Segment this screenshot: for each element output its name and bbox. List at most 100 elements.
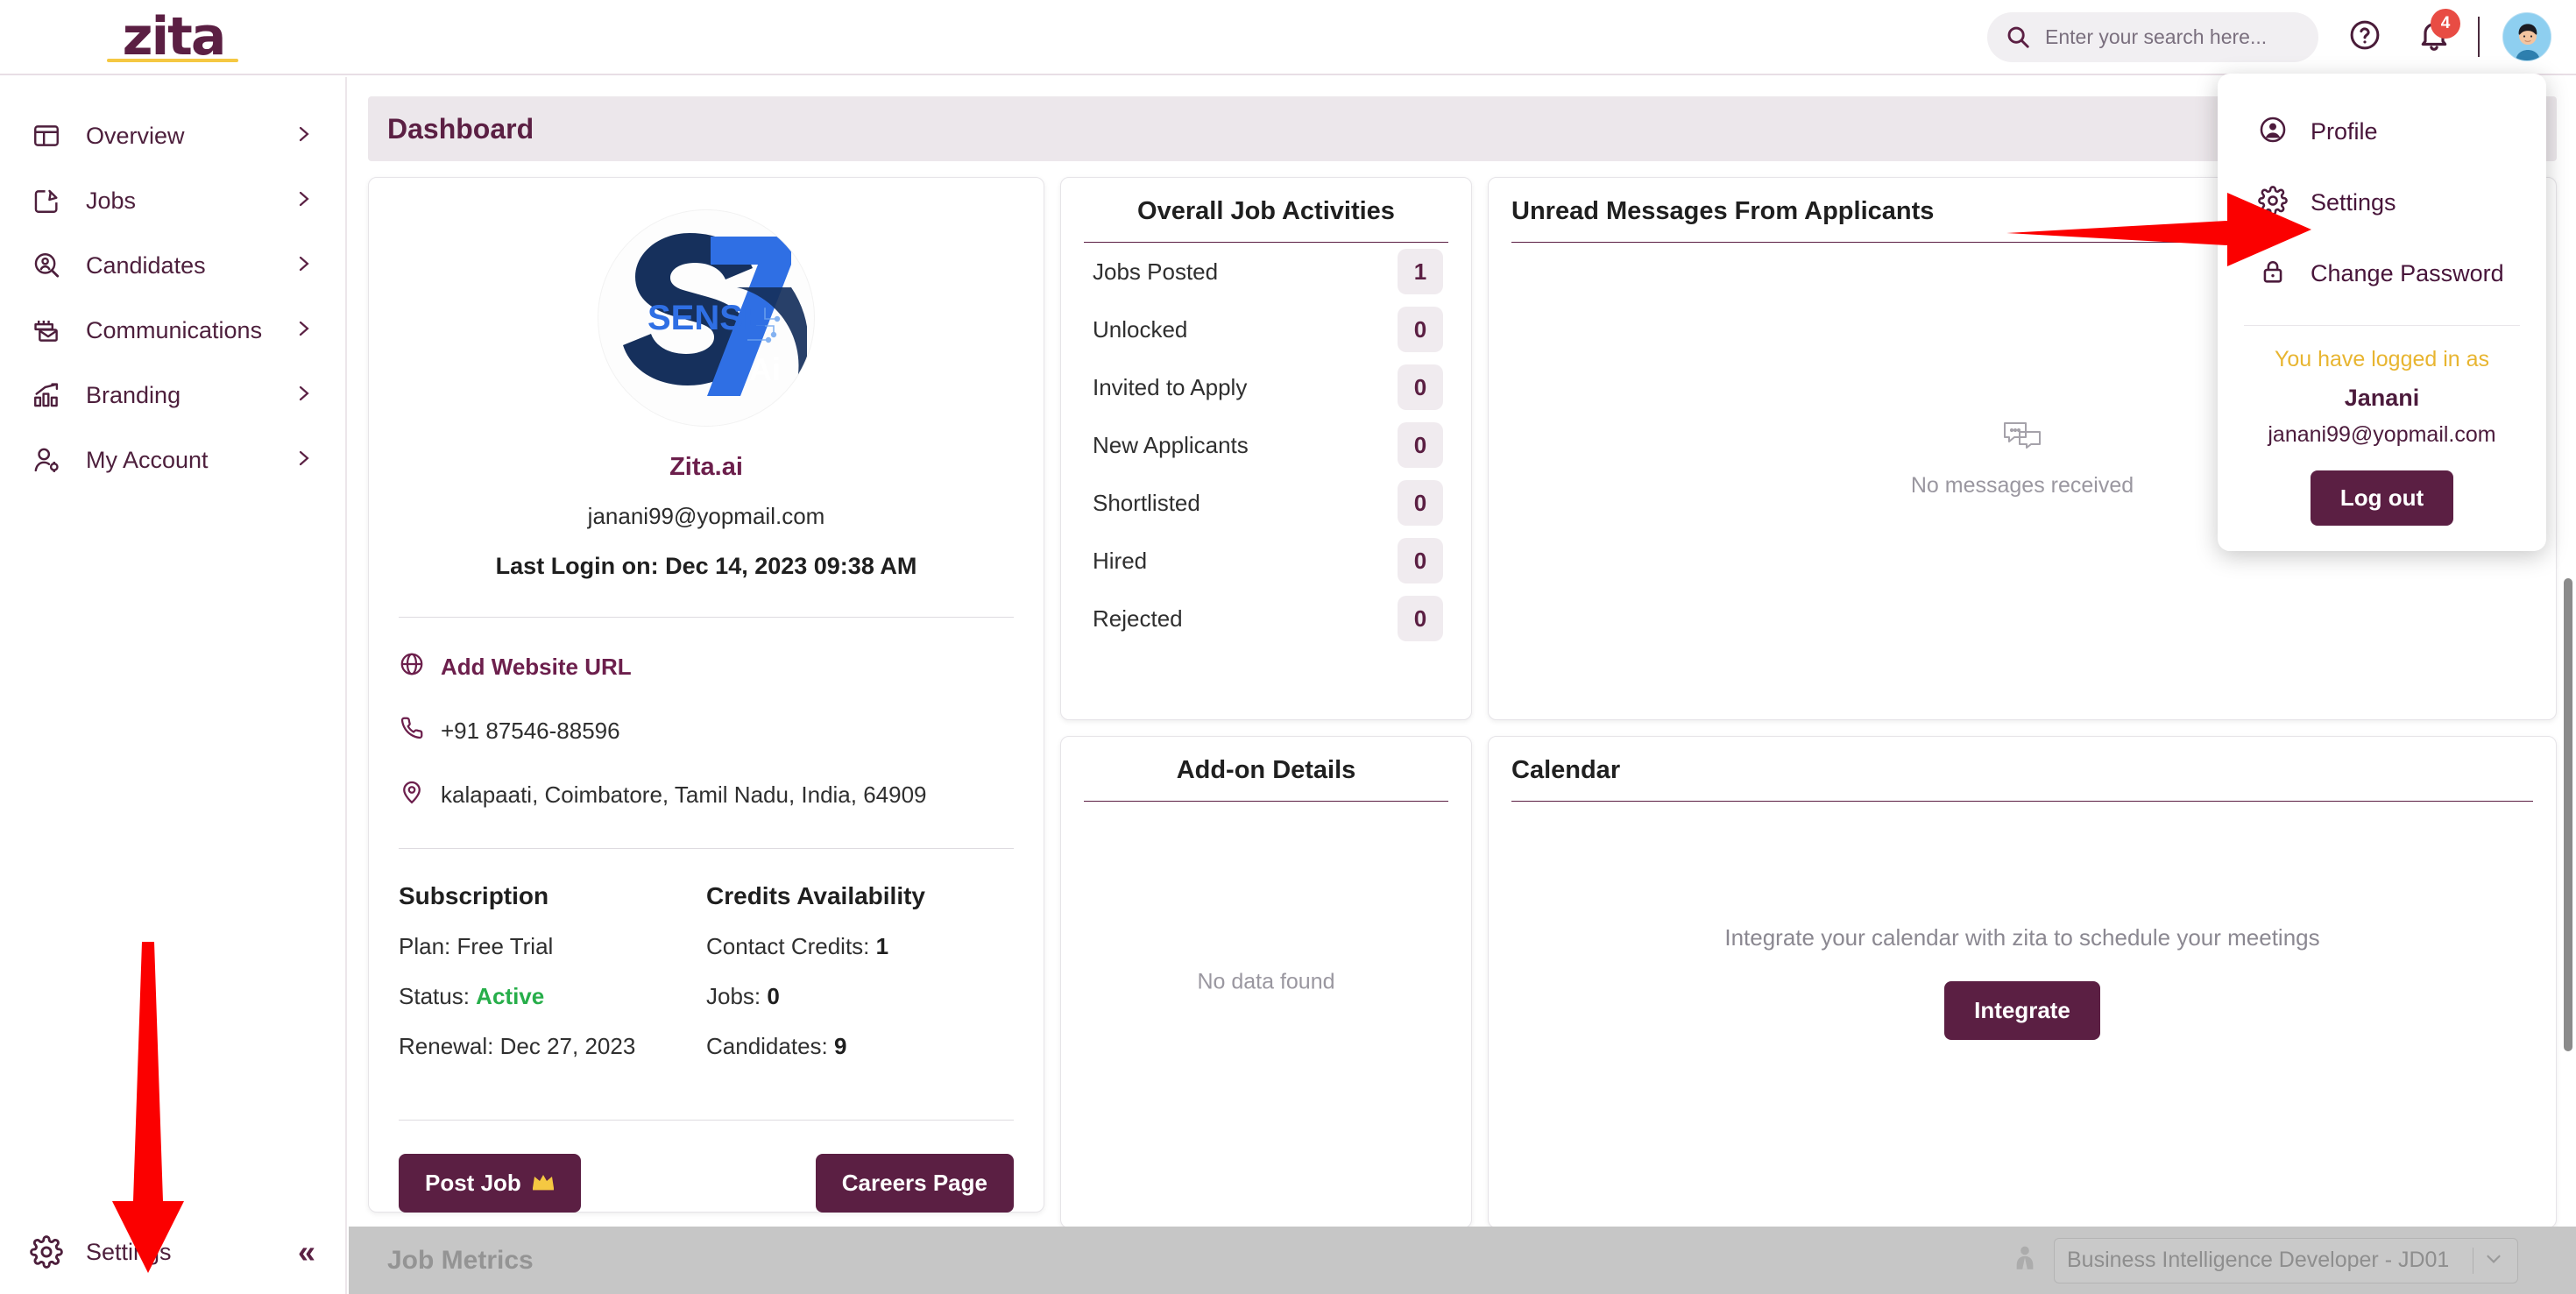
vertical-scrollbar-thumb[interactable] (2564, 578, 2572, 1051)
gear-icon (30, 1235, 63, 1269)
calendar-card: Calendar Integrate your calendar with zi… (1488, 736, 2557, 1228)
company-address-row: kalapaati, Coimbatore, Tamil Nadu, India… (399, 779, 1014, 811)
gear-icon (2258, 186, 2288, 220)
sidebar-item-communications[interactable]: Communications (0, 298, 345, 363)
credits-jobs-row: Jobs: 0 (706, 983, 1014, 1010)
job-select-dropdown[interactable]: Business Intelligence Developer - JD01 (2054, 1237, 2518, 1283)
sidebar-settings-label: Settings (86, 1238, 172, 1265)
collapse-sidebar-button[interactable]: « (298, 1236, 315, 1268)
activity-label: Invited to Apply (1093, 373, 1248, 400)
notifications-button[interactable]: 4 (2417, 8, 2460, 57)
lock-icon (2258, 257, 2288, 291)
last-login-text: Last Login on: Dec 14, 2023 09:38 AM (495, 553, 917, 579)
brand-logo-underline (107, 59, 238, 62)
job-metrics-bar: Job Metrics Business Intelligence Develo… (387, 1234, 2518, 1287)
activity-row[interactable]: Unlocked 0 (1084, 301, 1448, 358)
avatar[interactable] (2502, 12, 2551, 61)
sidebar: Overview Jobs Candidates Communications … (0, 77, 347, 1294)
activity-value: 0 (1398, 364, 1443, 410)
divider (2244, 325, 2520, 326)
app-root: zita Enter your search here... 4 Overvie… (0, 0, 2576, 1294)
chevron-right-icon (293, 253, 314, 279)
sidebar-item-candidates[interactable]: Candidates (0, 233, 345, 298)
logout-button-wrap: Log out (2218, 470, 2546, 526)
divider (399, 848, 1014, 849)
brand-logo-text: zita (122, 6, 227, 67)
menu-item-settings[interactable]: Settings (2218, 167, 2546, 238)
toolbar-divider (2478, 17, 2480, 57)
chevron-right-icon (293, 124, 314, 149)
sidebar-item-branding[interactable]: Branding (0, 363, 345, 428)
logout-button[interactable]: Log out (2310, 470, 2454, 526)
sidebar-item-overview[interactable]: Overview (0, 103, 345, 168)
activity-value: 0 (1398, 538, 1443, 583)
menu-item-change-password[interactable]: Change Password (2218, 238, 2546, 309)
divider (399, 1120, 1014, 1121)
activity-label: Jobs Posted (1093, 258, 1219, 285)
logo-sense-text: SENSE (648, 299, 767, 337)
menu-item-label: Settings (2311, 189, 2396, 216)
top-bar-actions: 4 (1987, 8, 2576, 62)
search-input[interactable] (2045, 25, 2290, 49)
user-gear-icon (30, 443, 63, 477)
company-phone: +91 87546-88596 (441, 718, 620, 744)
top-bar: zita Enter your search here... 4 (0, 0, 2576, 75)
calendar-mail-icon (30, 314, 63, 347)
activity-label: New Applicants (1093, 431, 1249, 458)
brand-logo[interactable]: zita (0, 0, 347, 74)
activity-value: 0 (1398, 422, 1443, 468)
add-website-url-link[interactable]: Add Website URL (399, 651, 1014, 683)
activities-card-title: Overall Job Activities (1137, 197, 1395, 225)
globe-icon (399, 651, 425, 683)
user-circle-icon (2258, 115, 2288, 149)
activity-value: 1 (1398, 249, 1443, 294)
notification-badge: 4 (2431, 8, 2460, 39)
help-circle-icon[interactable] (2348, 18, 2381, 56)
user-account-menu: Profile Settings Change Password You hav… (2218, 74, 2546, 551)
page-title: Dashboard (387, 112, 534, 145)
integrate-button[interactable]: Integrate (1944, 981, 2100, 1040)
activity-row[interactable]: Shortlisted 0 (1084, 474, 1448, 532)
divider (399, 617, 1014, 618)
chevron-right-icon (293, 448, 314, 473)
sidebar-item-my-account[interactable]: My Account (0, 428, 345, 492)
logo-ai-text: Ai (749, 351, 781, 387)
activity-row[interactable]: New Applicants 0 (1084, 416, 1448, 474)
post-job-button[interactable]: Post Job (399, 1154, 581, 1213)
sidebar-nav: Overview Jobs Candidates Communications … (0, 77, 345, 492)
credits-candidates-label: Candidates: (706, 1033, 828, 1059)
menu-item-profile[interactable]: Profile (2218, 96, 2546, 167)
activity-label: Rejected (1093, 605, 1183, 632)
careers-page-button[interactable]: Careers Page (815, 1154, 1014, 1213)
subscription-heading: Subscription (399, 882, 549, 909)
job-metrics-section: Job Metrics Business Intelligence Develo… (349, 1227, 2576, 1294)
sidebar-item-settings[interactable]: Settings « (0, 1210, 345, 1294)
profile-card-actions: Post Job Careers Page (399, 1154, 1014, 1213)
crown-icon (532, 1170, 555, 1197)
activity-row[interactable]: Jobs Posted 1 (1084, 243, 1448, 301)
user-search-icon (30, 249, 63, 282)
activity-label: Unlocked (1093, 315, 1188, 343)
company-profile-card: SENSE Ai Zita.ai janani99@yopmail.com La… (368, 177, 1044, 1213)
search-box[interactable] (1987, 11, 2318, 62)
calendar-prompt-text: Integrate your calendar with zita to sch… (1724, 924, 2320, 951)
credits-contact-label: Contact Credits: (706, 933, 870, 959)
activity-value: 0 (1398, 596, 1443, 641)
job-metrics-title: Job Metrics (387, 1245, 534, 1275)
add-website-url-label: Add Website URL (441, 654, 632, 680)
subscription-section: Subscription Plan: Free Trial Status: Ac… (399, 882, 706, 1083)
activity-row[interactable]: Rejected 0 (1084, 590, 1448, 647)
dashboard-column-left: SENSE Ai Zita.ai janani99@yopmail.com La… (368, 177, 1044, 1228)
logged-in-user-name: Janani (2344, 385, 2420, 411)
menu-item-label: Profile (2311, 118, 2378, 145)
sidebar-item-jobs[interactable]: Jobs (0, 168, 345, 233)
subscription-plan-label: Plan: (399, 933, 451, 959)
company-phone-row: +91 87546-88596 (399, 715, 1014, 747)
activity-row[interactable]: Hired 0 (1084, 532, 1448, 590)
addon-card-title: Add-on Details (1176, 756, 1356, 784)
credits-candidates-row: Candidates: 9 (706, 1033, 1014, 1060)
job-select-value: Business Intelligence Developer - JD01 (2067, 1248, 2450, 1272)
subscription-status-label: Status: (399, 983, 470, 1009)
activity-row[interactable]: Invited to Apply 0 (1084, 358, 1448, 416)
chevron-right-icon (293, 318, 314, 343)
